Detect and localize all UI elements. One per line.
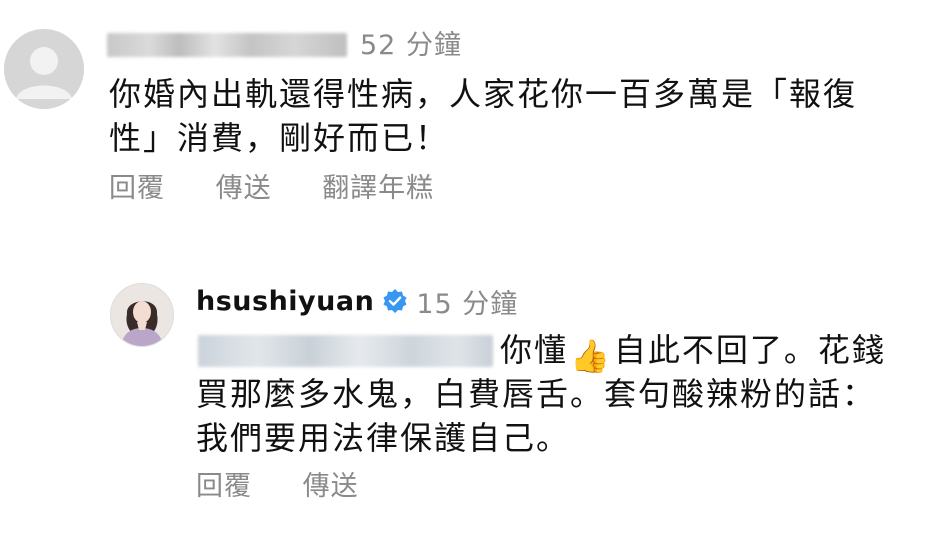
- comment-text: 你婚內出軌還得性病，人家花你一百多萬是「報復性」消費，剛好而已！: [109, 75, 858, 157]
- reply-button[interactable]: 回覆: [196, 470, 252, 504]
- reply-text-rest: 自此不回了。花錢: [613, 331, 886, 369]
- reply-text: 買那麼多水鬼，白費唇舌。套句酸辣粉的話： 我們要用法律保護自己。: [196, 372, 876, 460]
- reply-username[interactable]: hsushiyuan: [196, 286, 374, 317]
- comment-actions: 回覆 傳送 翻譯年糕: [109, 172, 476, 206]
- reply-button[interactable]: 回覆: [109, 172, 165, 206]
- reply-actions: 回覆 傳送: [196, 470, 401, 504]
- verified-badge-icon: [382, 288, 408, 314]
- blurred-username[interactable]: [107, 33, 347, 57]
- default-avatar-icon[interactable]: [4, 29, 84, 109]
- translate-button[interactable]: 翻譯年糕: [322, 172, 434, 206]
- comment-thread: 52 分鐘 你婚內出軌還得性病，人家花你一百多萬是「報復性」消費，剛好而已！ 回…: [0, 0, 939, 533]
- reply-timestamp: 15 分鐘: [416, 288, 519, 320]
- reply-header: hsushiyuan 15 分鐘: [196, 284, 519, 320]
- reply-text-line3: 我們要用法律保護自己。: [196, 419, 571, 457]
- send-button[interactable]: 傳送: [216, 172, 272, 206]
- reply-text-line2: 買那麼多水鬼，白費唇舌。套句酸辣粉的話：: [196, 375, 877, 413]
- reply-text-line1: 你懂👍自此不回了。花錢: [500, 328, 886, 378]
- send-button[interactable]: 傳送: [303, 470, 359, 504]
- reply-text-start: 你懂: [500, 331, 569, 369]
- comment-timestamp: 52 分鐘: [360, 30, 462, 61]
- user-avatar[interactable]: [110, 283, 174, 347]
- blurred-mention[interactable]: [198, 335, 493, 367]
